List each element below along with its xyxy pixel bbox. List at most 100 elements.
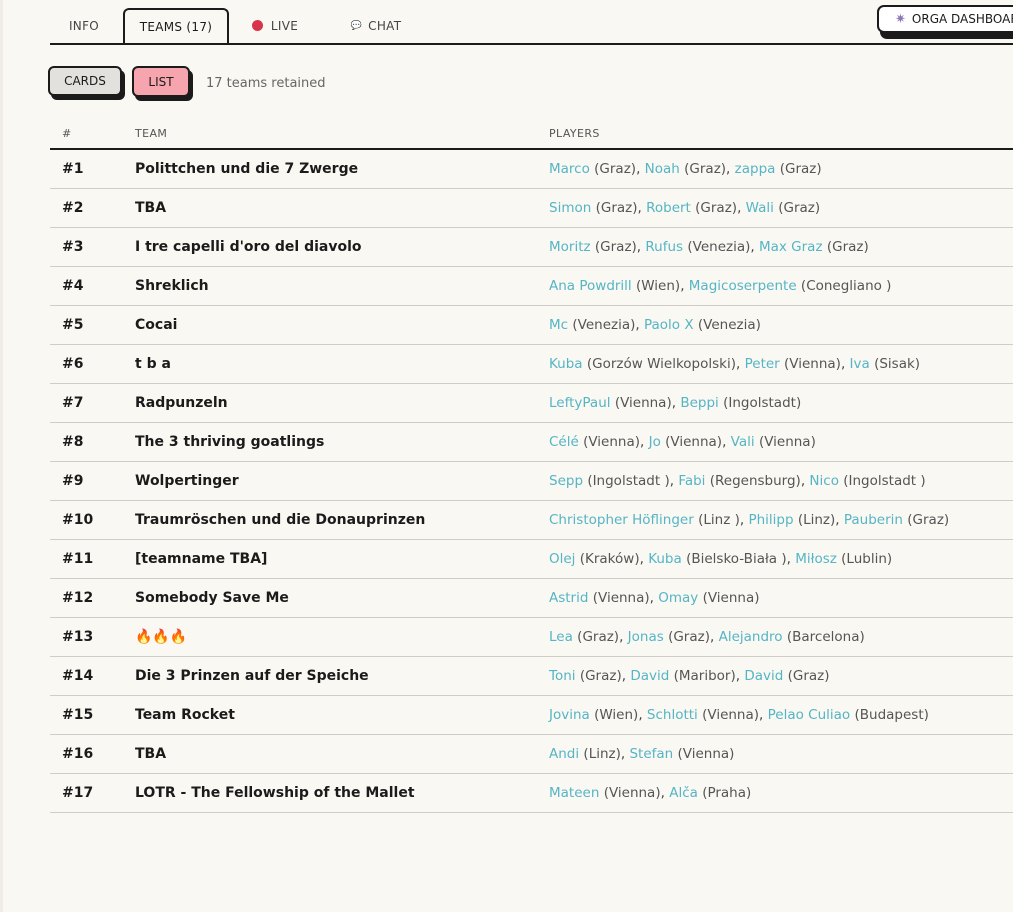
player-city: (Graz) — [787, 668, 830, 684]
team-name: TBA — [135, 746, 167, 762]
player-link[interactable]: Alča — [669, 785, 698, 801]
player-link[interactable]: Andi — [549, 746, 579, 762]
player-link[interactable]: Rufus — [645, 239, 683, 255]
team-rank: #6 — [62, 356, 84, 372]
team-name: Die 3 Prinzen auf der Speiche — [135, 668, 369, 684]
player-city: (Graz) — [684, 161, 727, 177]
player-link[interactable]: Mateen — [549, 785, 599, 801]
player-link[interactable]: zappa — [735, 161, 776, 177]
player-link[interactable]: Kuba — [549, 356, 583, 372]
header-players: PLAYERS — [549, 127, 600, 140]
player-link[interactable]: Peter — [745, 356, 780, 372]
tab-live-label: LIVE — [270, 18, 299, 33]
player-city: (Bielsko-Biała ) — [686, 551, 787, 567]
table-row: #11 [teamname TBA] Olej (Kraków), Kuba (Bi… — [50, 540, 1013, 579]
team-name: TBA — [135, 200, 167, 216]
team-rank: #12 — [62, 590, 94, 606]
player-link[interactable]: Célé — [549, 434, 579, 450]
player-link[interactable]: Alejandro — [719, 629, 783, 645]
player-link[interactable]: Iva — [850, 356, 870, 372]
player-link[interactable]: Jonas — [628, 629, 664, 645]
team-name: Cocai — [135, 317, 178, 333]
player-link[interactable]: Lea — [549, 629, 573, 645]
tab-chat[interactable]: 💬 CHAT — [336, 8, 416, 43]
player-city: (Vienna) — [702, 590, 760, 606]
player-link[interactable]: Olej — [549, 551, 575, 567]
tab-chat-label: CHAT — [368, 18, 402, 33]
table-row: #16 TBA Andi (Linz), Stefan (Vienna) — [50, 735, 1013, 774]
player-link[interactable]: Fabi — [678, 473, 705, 489]
team-rank: #3 — [62, 239, 84, 255]
player-link[interactable]: David — [630, 668, 669, 684]
player-link[interactable]: Vali — [731, 434, 755, 450]
player-link[interactable]: Sepp — [549, 473, 583, 489]
players-cell: Mateen (Vienna), Alča (Praha) — [549, 785, 752, 801]
players-cell: Toni (Graz), David (Maribor), David (Gra… — [549, 668, 830, 684]
player-link[interactable]: Magicoserpente — [689, 278, 797, 294]
list-button[interactable]: LIST — [132, 66, 190, 97]
player-link[interactable]: Nico — [809, 473, 839, 489]
players-cell: Jovina (Wien), Schlotti (Vienna), Pelao … — [549, 707, 929, 723]
tab-info-label: INFO — [68, 18, 100, 33]
player-link[interactable]: Moritz — [549, 239, 591, 255]
player-link[interactable]: Pauberin — [844, 512, 903, 528]
player-link[interactable]: Wali — [746, 200, 774, 216]
team-name: [teamname TBA] — [135, 551, 268, 567]
player-link[interactable]: Jo — [649, 434, 661, 450]
player-link[interactable]: Toni — [549, 668, 576, 684]
table-row: #8 The 3 thriving goatlings Célé (Vienna),… — [50, 423, 1013, 462]
player-link[interactable]: Philipp — [748, 512, 793, 528]
tab-live[interactable]: LIVE — [240, 8, 310, 43]
player-link[interactable]: Max Graz — [759, 239, 823, 255]
player-link[interactable]: Stefan — [629, 746, 673, 762]
player-link[interactable]: Pelao Culiao — [768, 707, 851, 723]
player-city: (Vienna) — [784, 356, 841, 372]
player-link[interactable]: Noah — [645, 161, 680, 177]
team-name: 🔥🔥🔥 — [135, 629, 188, 645]
team-rank: #8 — [62, 434, 84, 450]
player-link[interactable]: Paolo X — [644, 317, 694, 333]
tab-info[interactable]: INFO — [50, 8, 118, 43]
player-link[interactable]: LeftyPaul — [549, 395, 611, 411]
cards-button[interactable]: CARDS — [48, 66, 122, 96]
player-link[interactable]: Schlotti — [647, 707, 698, 723]
player-city: (Vienna) — [677, 746, 735, 762]
players-cell: LeftyPaul (Vienna), Beppi (Ingolstadt) — [549, 395, 802, 411]
player-city: (Regensburg) — [709, 473, 801, 489]
team-rank: #11 — [62, 551, 94, 567]
player-link[interactable]: Astrid — [549, 590, 588, 606]
player-link[interactable]: Simon — [549, 200, 591, 216]
player-link[interactable]: Robert — [646, 200, 691, 216]
player-link[interactable]: Christopher Höflinger — [549, 512, 694, 528]
table-row: #2 TBA Simon (Graz), Robert (Graz), Wali (… — [50, 189, 1013, 228]
player-city: (Graz) — [577, 629, 620, 645]
team-name: t b a — [135, 356, 171, 372]
player-link[interactable]: Omay — [658, 590, 698, 606]
left-edge — [0, 0, 3, 912]
table-header: # TEAM PLAYERS — [50, 118, 1013, 150]
player-link[interactable]: Kuba — [648, 551, 682, 567]
player-link[interactable]: Beppi — [680, 395, 718, 411]
table-row: #12 Somebody Save Me Astrid (Vienna), Omay… — [50, 579, 1013, 618]
players-cell: Marco (Graz), Noah (Graz), zappa (Graz) — [549, 161, 822, 177]
player-link[interactable]: Mc — [549, 317, 568, 333]
orga-dashboard-button[interactable]: ✷ ORGA DASHBOARD — [877, 5, 1013, 33]
player-city: (Linz) — [797, 512, 836, 528]
player-link[interactable]: Marco — [549, 161, 590, 177]
player-link[interactable]: Miłosz — [795, 551, 837, 567]
player-link[interactable]: David — [744, 668, 783, 684]
team-name: Wolpertinger — [135, 473, 239, 489]
player-city: (Barcelona) — [786, 629, 865, 645]
player-city: (Vienna) — [702, 707, 760, 723]
tab-teams[interactable]: TEAMS (17) — [123, 8, 229, 43]
player-city: (Graz) — [826, 239, 869, 255]
team-name: Somebody Save Me — [135, 590, 289, 606]
player-link[interactable]: Jovina — [549, 707, 590, 723]
player-city: (Graz) — [779, 161, 822, 177]
team-name: LOTR - The Fellowship of the Mallet — [135, 785, 415, 801]
player-link[interactable]: Ana Powdrill — [549, 278, 632, 294]
player-city: (Vienna) — [583, 434, 641, 450]
player-city: (Wien) — [635, 278, 681, 294]
table-row: #6 t b a Kuba (Gorzów Wielkopolski), Peter… — [50, 345, 1013, 384]
list-button-label: LIST — [148, 74, 174, 89]
